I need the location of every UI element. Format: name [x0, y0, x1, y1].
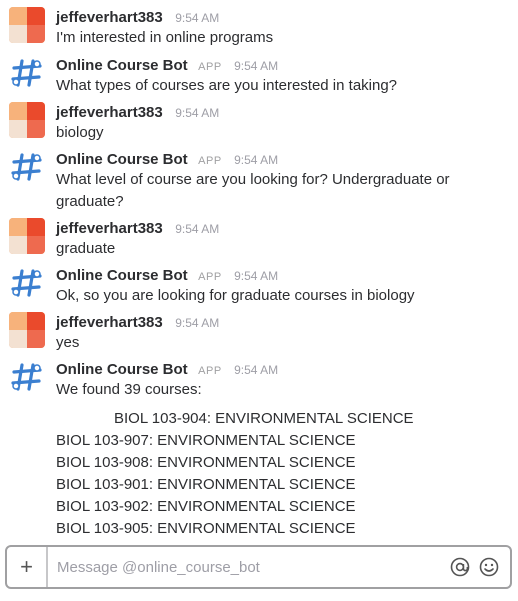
- message-time[interactable]: 9:54 AM: [234, 153, 278, 167]
- sender-name[interactable]: jeffeverhart383: [56, 104, 163, 121]
- plus-icon: +: [20, 554, 33, 579]
- bot-avatar[interactable]: [9, 265, 45, 301]
- message-text: graduate: [56, 240, 116, 257]
- sender-name[interactable]: jeffeverhart383: [56, 220, 163, 237]
- course-item: BIOL 103-905: ENVIRONMENTAL SCIENCE: [56, 520, 356, 537]
- at-icon[interactable]: [449, 556, 471, 578]
- bot-hash-icon: [11, 269, 42, 297]
- attach-button[interactable]: +: [7, 547, 48, 587]
- sender-name[interactable]: Online Course Bot: [56, 361, 188, 378]
- message-text: biology: [56, 124, 104, 141]
- user-avatar[interactable]: [9, 7, 45, 43]
- sender-name[interactable]: Online Course Bot: [56, 151, 188, 168]
- message-text: What level of course are you looking for…: [56, 171, 450, 188]
- sender-name[interactable]: jeffeverhart383: [56, 9, 163, 26]
- message-text: I'm interested in online programs: [56, 29, 274, 46]
- message-time[interactable]: 9:54 AM: [234, 59, 278, 73]
- user-avatar[interactable]: [9, 218, 45, 254]
- sender-name[interactable]: jeffeverhart383: [56, 314, 163, 331]
- message-time[interactable]: 9:54 AM: [175, 316, 219, 330]
- course-item: BIOL 103-904: ENVIRONMENTAL SCIENCE: [114, 410, 414, 427]
- message-input[interactable]: [57, 555, 437, 579]
- bot-hash-icon: [11, 59, 42, 87]
- course-item: BIOL 103-907: ENVIRONMENTAL SCIENCE: [56, 432, 356, 449]
- message-time[interactable]: 9:54 AM: [234, 269, 278, 283]
- course-item: BIOL 103-901: ENVIRONMENTAL SCIENCE: [56, 476, 356, 493]
- bot-hash-icon: [11, 363, 42, 391]
- course-item: BIOL 103-902: ENVIRONMENTAL SCIENCE: [56, 498, 356, 515]
- sender-name[interactable]: Online Course Bot: [56, 267, 188, 284]
- bot-avatar[interactable]: [9, 359, 45, 395]
- course-item: BIOL 103-908: ENVIRONMENTAL SCIENCE: [56, 454, 356, 471]
- bot-avatar[interactable]: [9, 149, 45, 185]
- user-avatar[interactable]: [9, 312, 45, 348]
- message-composer: +: [5, 545, 512, 589]
- message-text: What types of courses are you interested…: [56, 77, 398, 94]
- bot-avatar[interactable]: [9, 55, 45, 91]
- user-avatar[interactable]: [9, 102, 45, 138]
- message-time[interactable]: 9:54 AM: [234, 363, 278, 377]
- app-badge: APP: [198, 155, 222, 167]
- message-time[interactable]: 9:54 AM: [175, 222, 219, 236]
- bot-hash-icon: [11, 153, 42, 181]
- sender-name[interactable]: Online Course Bot: [56, 57, 188, 74]
- message-text: graduate?: [56, 193, 124, 210]
- message-time[interactable]: 9:54 AM: [175, 11, 219, 25]
- message-time[interactable]: 9:54 AM: [175, 106, 219, 120]
- message-text: We found 39 courses:: [56, 381, 202, 398]
- app-badge: APP: [198, 61, 222, 73]
- emoji-icon[interactable]: [478, 556, 500, 578]
- message-text: Ok, so you are looking for graduate cour…: [56, 287, 415, 304]
- message-text: yes: [56, 334, 80, 351]
- app-badge: APP: [198, 365, 222, 377]
- app-badge: APP: [198, 271, 222, 283]
